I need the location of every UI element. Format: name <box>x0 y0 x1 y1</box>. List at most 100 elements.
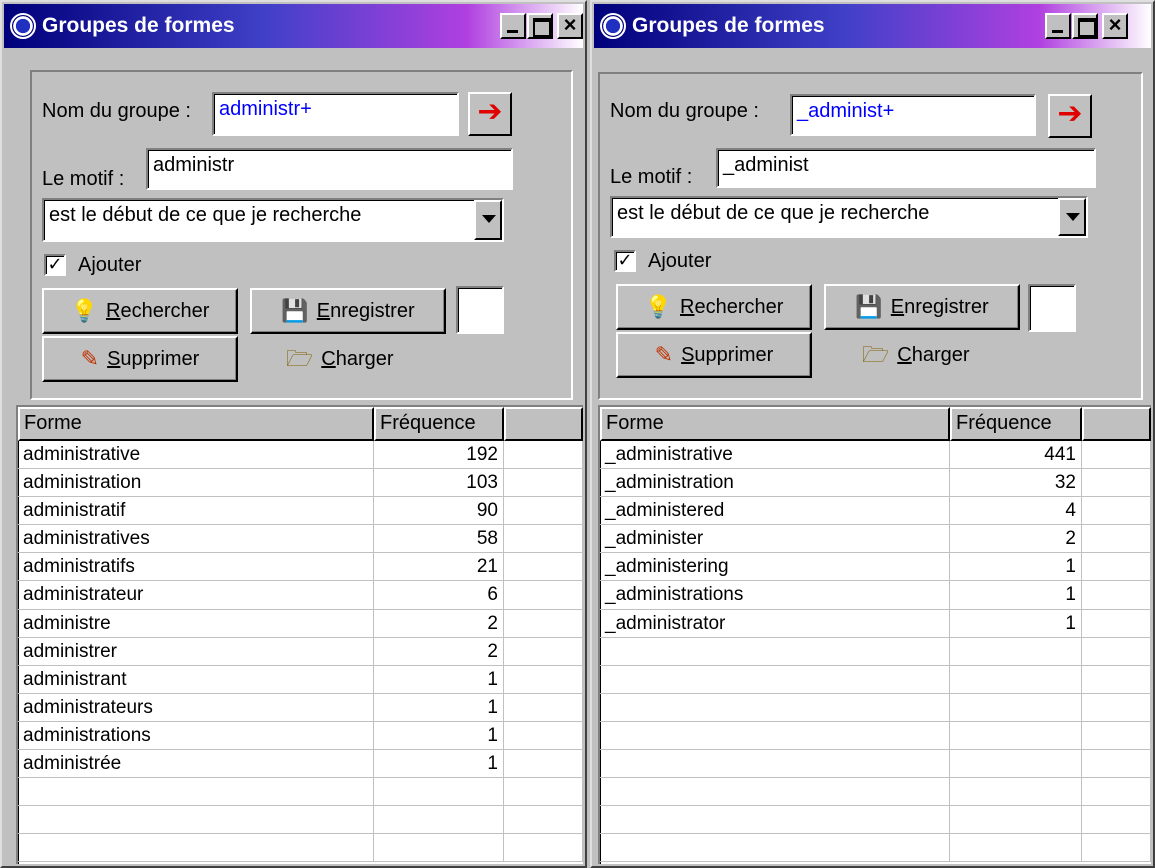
delete-button[interactable]: ✎ Supprimer <box>42 336 238 382</box>
cell-frequence: 58 <box>374 525 504 554</box>
cell-empty <box>504 721 583 751</box>
chevron-down-icon[interactable] <box>474 200 502 240</box>
save-icon: 💾 <box>281 298 309 323</box>
color-swatch[interactable] <box>1028 284 1076 332</box>
table-row[interactable]: _administered 4 <box>600 497 1151 526</box>
save-button[interactable]: 💾 Enregistrer <box>824 284 1020 330</box>
maximize-button[interactable] <box>1072 13 1098 39</box>
table-row[interactable]: administre 2 <box>18 609 583 638</box>
load-button[interactable]: 🗁 Charger <box>286 336 394 382</box>
table-row[interactable]: administrateur 6 <box>18 581 583 610</box>
maximize-button[interactable] <box>527 13 553 39</box>
table-row[interactable]: administrant 1 <box>18 665 583 694</box>
table-row[interactable]: _administrative 441 <box>600 441 1151 470</box>
empty-table-row[interactable] <box>600 834 1151 863</box>
column-header-empty <box>1082 407 1151 441</box>
save-button-rest: nregistrer <box>904 295 989 318</box>
group-name-field[interactable]: administr+ <box>212 92 459 136</box>
table-row[interactable]: administrateurs 1 <box>18 693 583 722</box>
pattern-field[interactable]: _administ <box>716 148 1096 188</box>
table-row[interactable]: administrée 1 <box>18 750 583 779</box>
save-icon: 💾 <box>855 294 883 319</box>
forms-table[interactable]: Forme Fréquence _administrative 441 _admin… <box>598 405 1151 864</box>
table-row[interactable]: _administration 32 <box>600 469 1151 498</box>
cell-frequence <box>950 665 1082 694</box>
app-circle-icon[interactable] <box>10 13 36 39</box>
window-title: Groupes de formes <box>42 14 235 37</box>
cell-frequence <box>950 637 1082 666</box>
app-circle-icon[interactable] <box>600 13 626 39</box>
column-header-forme[interactable]: Forme <box>600 407 950 441</box>
table-body: administrative 192 administration 103 admini… <box>18 441 583 863</box>
go-button[interactable]: ➔ <box>468 92 512 136</box>
cell-frequence: 1 <box>374 665 504 694</box>
empty-table-row[interactable] <box>600 806 1151 835</box>
mode-select-value: est le début de ce que je recherche <box>49 204 362 226</box>
cell-frequence: 1 <box>950 581 1082 610</box>
table-row[interactable]: _administering 1 <box>600 553 1151 582</box>
table-row[interactable]: _administrations 1 <box>600 581 1151 610</box>
cell-forme: _administer <box>600 525 950 554</box>
column-header-frequence[interactable]: Fréquence <box>374 407 504 441</box>
title-bar[interactable]: Groupes de formes × <box>594 4 1151 48</box>
cell-empty <box>504 637 583 666</box>
cell-frequence: 1 <box>950 553 1082 582</box>
empty-table-row[interactable] <box>600 721 1151 751</box>
title-bar[interactable]: Groupes de formes × <box>4 4 583 48</box>
cell-frequence <box>374 806 504 835</box>
cell-forme <box>600 637 950 666</box>
cell-frequence <box>950 693 1082 722</box>
empty-table-row[interactable] <box>18 834 583 863</box>
table-row[interactable]: administrations 1 <box>18 721 583 751</box>
add-checkbox[interactable]: ✓ <box>44 254 66 276</box>
empty-table-row[interactable] <box>600 750 1151 779</box>
load-button[interactable]: 🗁 Charger <box>862 332 970 378</box>
table-row[interactable]: administratif 90 <box>18 497 583 526</box>
minimize-button[interactable] <box>500 13 526 39</box>
empty-table-row[interactable] <box>600 693 1151 722</box>
empty-table-row[interactable] <box>18 778 583 807</box>
empty-table-row[interactable] <box>600 778 1151 807</box>
mode-select[interactable]: est le début de ce que je recherche <box>42 198 504 242</box>
cell-empty <box>1082 693 1151 722</box>
load-button-rest: harger <box>911 343 970 366</box>
minimize-button[interactable] <box>1045 13 1071 39</box>
cell-empty <box>1082 609 1151 638</box>
column-header-forme[interactable]: Forme <box>18 407 374 441</box>
search-button[interactable]: 💡 Rechercher <box>42 288 238 334</box>
search-button[interactable]: 💡 Rechercher <box>616 284 812 330</box>
open-folder-icon: 🗁 <box>286 346 314 371</box>
load-button-rest: harger <box>335 347 394 370</box>
color-swatch[interactable] <box>456 286 504 334</box>
pattern-field[interactable]: administr <box>146 148 513 190</box>
forms-table[interactable]: Forme Fréquence administrative 192 adminis… <box>16 405 583 864</box>
table-row[interactable]: _administrator 1 <box>600 609 1151 638</box>
cell-empty <box>504 497 583 526</box>
delete-button[interactable]: ✎ Supprimer <box>616 332 812 378</box>
empty-table-row[interactable] <box>18 806 583 835</box>
empty-table-row[interactable] <box>600 637 1151 666</box>
table-row[interactable]: administrer 2 <box>18 637 583 666</box>
close-button[interactable]: × <box>557 13 583 39</box>
cell-forme: administratifs <box>18 553 374 582</box>
save-button-rest: nregistrer <box>330 299 415 322</box>
mode-select[interactable]: est le début de ce que je recherche <box>610 196 1088 238</box>
chevron-down-icon[interactable] <box>1058 198 1086 236</box>
save-button-accel: E <box>316 299 331 322</box>
table-row[interactable]: administratifs 21 <box>18 553 583 582</box>
search-panel: Nom du groupe : administr+ ➔ Le motif : … <box>30 70 573 400</box>
table-row[interactable]: administration 103 <box>18 469 583 498</box>
load-button-label: Charger <box>897 344 969 367</box>
empty-table-row[interactable] <box>600 665 1151 694</box>
table-row[interactable]: administrative 192 <box>18 441 583 470</box>
go-button[interactable]: ➔ <box>1048 94 1092 138</box>
close-button[interactable]: × <box>1102 13 1128 39</box>
add-checkbox[interactable]: ✓ <box>614 250 636 272</box>
table-header: Forme Fréquence <box>18 407 583 441</box>
column-header-frequence[interactable]: Fréquence <box>950 407 1082 441</box>
save-button[interactable]: 💾 Enregistrer <box>250 288 446 334</box>
cell-frequence: 32 <box>950 469 1082 498</box>
group-name-field[interactable]: _administ+ <box>790 94 1036 136</box>
table-row[interactable]: administratives 58 <box>18 525 583 554</box>
table-row[interactable]: _administer 2 <box>600 525 1151 554</box>
